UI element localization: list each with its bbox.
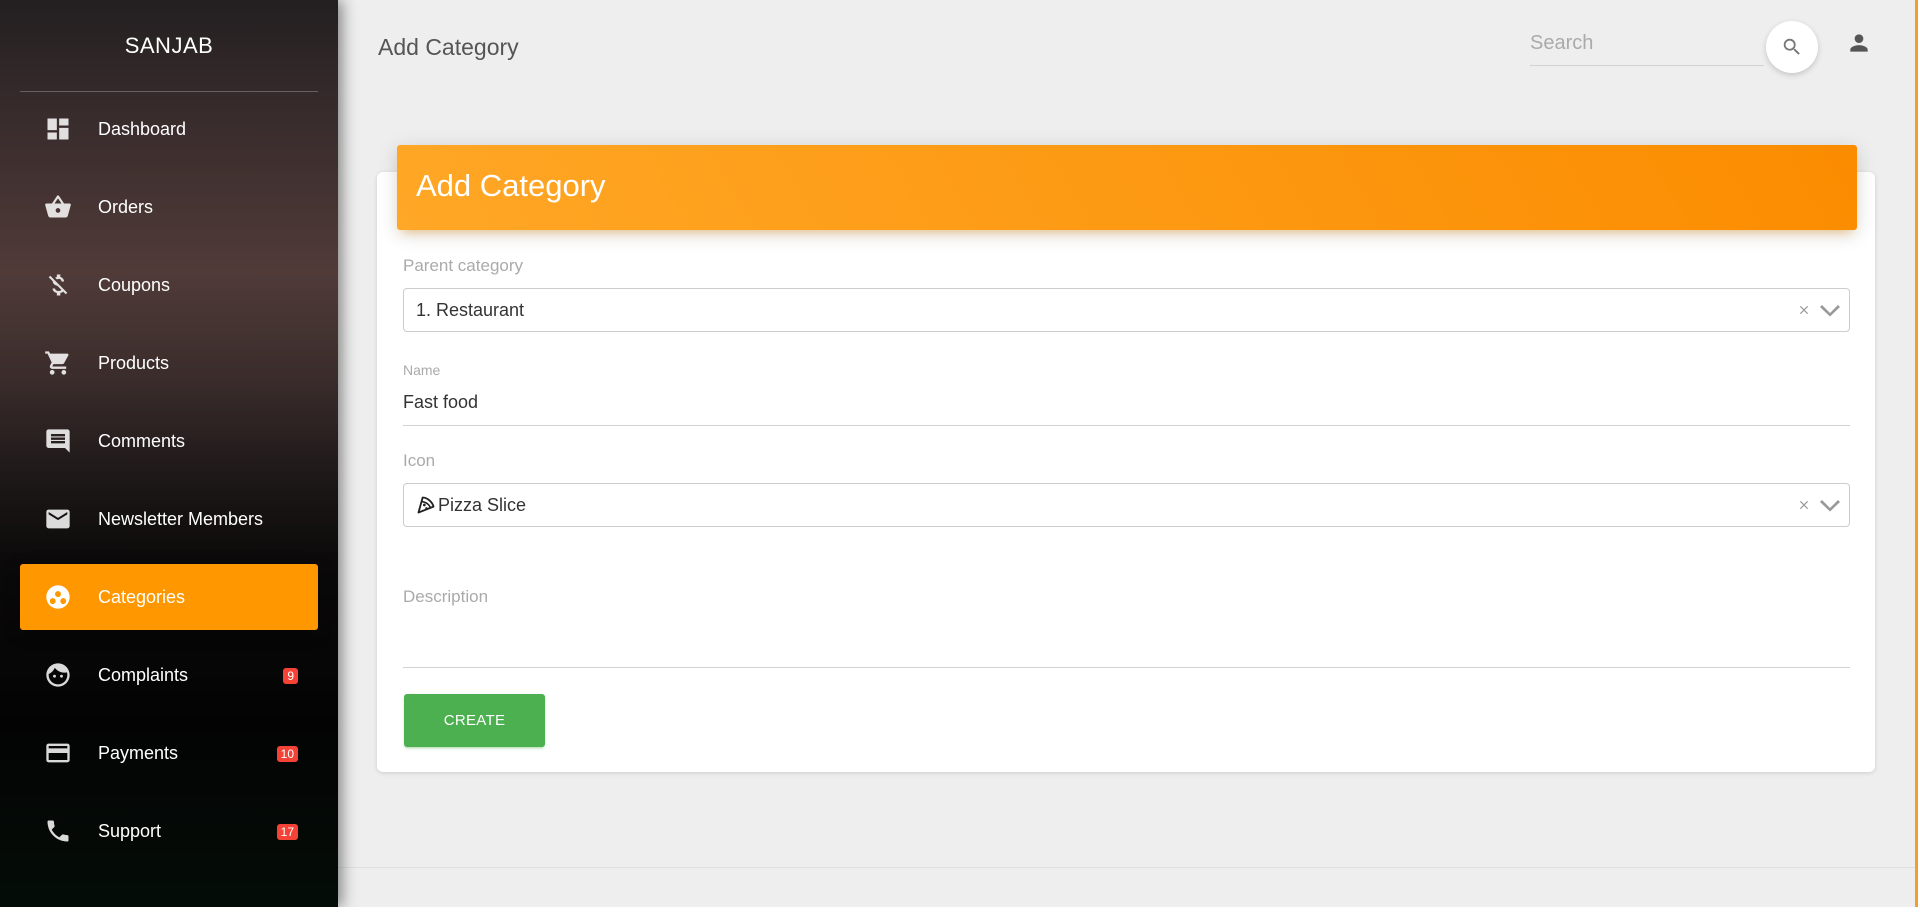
parent-category-select[interactable]: 1. Restaurant <box>403 288 1850 332</box>
face-icon <box>44 661 72 689</box>
phone-icon <box>44 817 72 845</box>
sidebar-item-label: Newsletter Members <box>98 508 264 529</box>
search-icon <box>1783 38 1800 55</box>
page-title: Add Category <box>378 34 519 60</box>
card-title: Add Category <box>397 145 1857 230</box>
sidebar-item-newsletter-members[interactable]: Newsletter Members <box>20 486 318 552</box>
comment-icon <box>44 427 72 455</box>
sidebar-item-label: Coupons <box>98 274 171 295</box>
sidebar-item-label: Comments <box>98 430 186 451</box>
icon-select[interactable]: Pizza Slice <box>403 483 1850 527</box>
money-off-icon <box>44 271 72 299</box>
sidebar-item-label: Support <box>98 820 162 841</box>
shopping-cart-icon <box>44 349 72 377</box>
credit-card-icon <box>44 739 72 767</box>
chevron-down-icon[interactable] <box>1817 494 1843 516</box>
icon-select-value: Pizza Slice <box>438 494 527 515</box>
parent-category-label: Parent category <box>403 256 524 275</box>
footer-divider <box>338 867 1915 868</box>
dashboard-icon <box>44 115 72 143</box>
sidebar: SANJAB Dashboard Orders Coupons Products… <box>0 0 338 907</box>
description-label: Description <box>403 587 489 606</box>
sidebar-item-label: Categories <box>98 586 186 607</box>
description-textarea[interactable] <box>403 620 1850 668</box>
icon-label: Icon <box>403 451 436 470</box>
basket-icon <box>44 193 72 221</box>
sidebar-item-support[interactable]: Support 17 <box>20 798 318 864</box>
add-category-card <box>377 172 1875 772</box>
complaints-count-badge: 9 <box>283 668 298 684</box>
sidebar-item-complaints[interactable]: Complaints 9 <box>20 642 318 708</box>
sidebar-item-coupons[interactable]: Coupons <box>20 252 318 318</box>
support-count-badge: 17 <box>276 824 298 840</box>
search-input[interactable] <box>1530 24 1764 62</box>
sidebar-item-label: Dashboard <box>98 118 187 139</box>
pizza-slice-icon <box>417 496 435 514</box>
sidebar-item-label: Complaints <box>98 664 189 685</box>
search-field <box>1530 24 1764 66</box>
brand-logo[interactable]: SANJAB <box>20 0 318 92</box>
sidebar-item-categories[interactable]: Categories <box>20 564 318 630</box>
sidebar-nav: Dashboard Orders Coupons Products Commen… <box>0 96 338 864</box>
sidebar-item-label: Payments <box>98 742 179 763</box>
clear-icon[interactable] <box>1793 494 1815 516</box>
name-input[interactable]: Fast food <box>403 392 1850 426</box>
sidebar-item-label: Orders <box>98 196 154 217</box>
sidebar-item-products[interactable]: Products <box>20 330 318 396</box>
parent-category-value: 1. Restaurant <box>416 299 525 320</box>
mail-icon <box>44 505 72 533</box>
user-menu-button[interactable] <box>1844 28 1874 58</box>
sidebar-item-label: Products <box>98 352 170 373</box>
chevron-down-icon[interactable] <box>1817 299 1843 321</box>
name-label: Name <box>403 362 441 378</box>
categories-icon <box>44 583 72 611</box>
create-button[interactable]: CREATE <box>404 694 545 747</box>
sidebar-item-payments[interactable]: Payments 10 <box>20 720 318 786</box>
clear-icon[interactable] <box>1793 299 1815 321</box>
search-button[interactable] <box>1766 21 1818 73</box>
payments-count-badge: 10 <box>276 746 298 762</box>
person-icon <box>1850 34 1868 52</box>
sidebar-item-dashboard[interactable]: Dashboard <box>20 96 318 162</box>
sidebar-item-comments[interactable]: Comments <box>20 408 318 474</box>
sidebar-item-orders[interactable]: Orders <box>20 174 318 240</box>
